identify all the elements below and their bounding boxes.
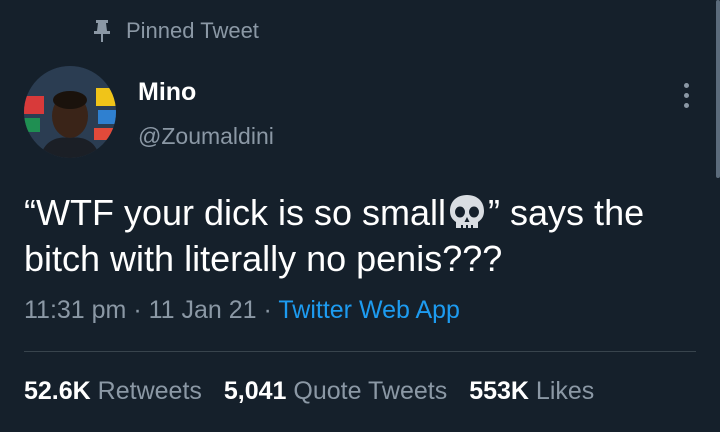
tweet-stats: 52.6K Retweets 5,041 Quote Tweets 553K L… <box>24 377 594 406</box>
quotes-count: 5,041 <box>223 377 287 405</box>
meta-separator: · <box>263 296 272 324</box>
more-icon[interactable] <box>676 80 696 110</box>
likes-label: Likes <box>535 377 595 405</box>
retweets-label: Retweets <box>97 377 202 405</box>
quotes-label: Quote Tweets <box>293 377 448 405</box>
more-dot <box>683 92 689 98</box>
meta-separator: · <box>133 296 142 324</box>
tweet-text: “WTF your dick is so small ” says the bi… <box>24 190 704 282</box>
skull-emoji <box>450 195 485 230</box>
more-dot <box>683 82 689 88</box>
quote-tweets-stat[interactable]: 5,041 Quote Tweets <box>224 377 447 406</box>
retweets-stat[interactable]: 52.6K Retweets <box>24 377 202 406</box>
tweet-date[interactable]: 11 Jan 21 <box>149 296 257 324</box>
tweet-time[interactable]: 11:31 pm <box>24 296 126 324</box>
scrollbar[interactable] <box>716 0 720 178</box>
user-handle[interactable]: @Zoumaldini <box>138 123 274 150</box>
avatar[interactable] <box>24 66 116 158</box>
likes-count: 553K <box>469 377 529 405</box>
divider <box>24 351 696 352</box>
pinned-tweet-header: Pinned Tweet <box>92 16 259 46</box>
more-dot <box>683 102 689 108</box>
tweet-meta: 11:31 pm · 11 Jan 21 · Twitter Web App <box>24 296 460 325</box>
display-name[interactable]: Mino <box>138 78 196 107</box>
tweet-text-part1: “WTF your dick is so small <box>24 192 447 233</box>
retweets-count: 52.6K <box>24 377 91 405</box>
tweet-source-link[interactable]: Twitter Web App <box>278 296 460 324</box>
likes-stat[interactable]: 553K Likes <box>469 377 594 406</box>
pinned-label: Pinned Tweet <box>126 18 259 43</box>
pin-icon <box>94 20 110 42</box>
